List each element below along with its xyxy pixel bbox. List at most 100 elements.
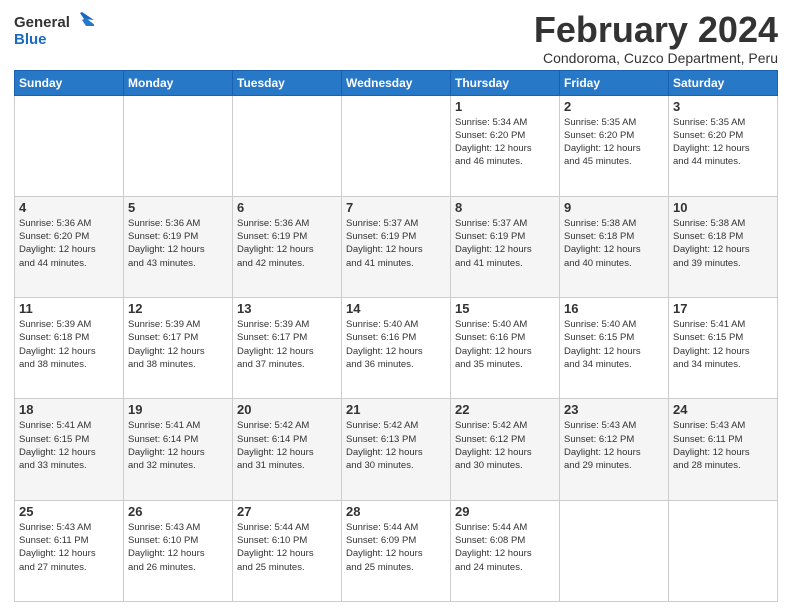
day-cell: 28 Sunrise: 5:44 AMSunset: 6:09 PMDayligh… (342, 500, 451, 601)
day-info: Sunrise: 5:39 AMSunset: 6:18 PMDaylight:… (19, 318, 119, 371)
day-info: Sunrise: 5:42 AMSunset: 6:14 PMDaylight:… (237, 419, 337, 472)
day-number: 26 (128, 504, 228, 519)
day-number: 27 (237, 504, 337, 519)
day-number: 2 (564, 99, 664, 114)
day-info: Sunrise: 5:42 AMSunset: 6:13 PMDaylight:… (346, 419, 446, 472)
title-block: February 2024 Condoroma, Cuzco Departmen… (534, 10, 778, 66)
day-number: 16 (564, 301, 664, 316)
day-number: 10 (673, 200, 773, 215)
day-info: Sunrise: 5:39 AMSunset: 6:17 PMDaylight:… (237, 318, 337, 371)
day-info: Sunrise: 5:43 AMSunset: 6:12 PMDaylight:… (564, 419, 664, 472)
day-info: Sunrise: 5:40 AMSunset: 6:16 PMDaylight:… (455, 318, 555, 371)
day-number: 24 (673, 402, 773, 417)
svg-text:Blue: Blue (14, 31, 47, 48)
day-number: 7 (346, 200, 446, 215)
day-number: 13 (237, 301, 337, 316)
day-cell: 1 Sunrise: 5:34 AMSunset: 6:20 PMDaylight… (451, 95, 560, 196)
day-cell: 7 Sunrise: 5:37 AMSunset: 6:19 PMDaylight… (342, 196, 451, 297)
day-cell (124, 95, 233, 196)
header: General Blue February 2024 Condoroma, Cu… (14, 10, 778, 66)
logo: General Blue (14, 10, 94, 50)
day-number: 19 (128, 402, 228, 417)
day-cell: 20 Sunrise: 5:42 AMSunset: 6:14 PMDayligh… (233, 399, 342, 500)
day-info: Sunrise: 5:41 AMSunset: 6:14 PMDaylight:… (128, 419, 228, 472)
week-row-4: 25Sunrise: 5:43 AMSunset: 6:11 PMDayligh… (15, 500, 778, 601)
day-number: 18 (19, 402, 119, 417)
week-row-0: 1 Sunrise: 5:34 AMSunset: 6:20 PMDaylight… (15, 95, 778, 196)
header-monday: Monday (124, 70, 233, 95)
day-info: Sunrise: 5:37 AMSunset: 6:19 PMDaylight:… (346, 217, 446, 270)
day-info: Sunrise: 5:39 AMSunset: 6:17 PMDaylight:… (128, 318, 228, 371)
header-sunday: Sunday (15, 70, 124, 95)
day-number: 21 (346, 402, 446, 417)
calendar-table: Sunday Monday Tuesday Wednesday Thursday… (14, 70, 778, 602)
day-number: 11 (19, 301, 119, 316)
day-info: Sunrise: 5:40 AMSunset: 6:16 PMDaylight:… (346, 318, 446, 371)
day-cell (560, 500, 669, 601)
day-number: 1 (455, 99, 555, 114)
week-row-2: 11 Sunrise: 5:39 AMSunset: 6:18 PMDayligh… (15, 298, 778, 399)
day-number: 5 (128, 200, 228, 215)
header-friday: Friday (560, 70, 669, 95)
day-number: 14 (346, 301, 446, 316)
logo-icon: General Blue (14, 10, 94, 50)
day-cell: 24 Sunrise: 5:43 AMSunset: 6:11 PMDayligh… (669, 399, 778, 500)
day-number: 4 (19, 200, 119, 215)
day-cell: 5Sunrise: 5:36 AMSunset: 6:19 PMDaylight… (124, 196, 233, 297)
svg-text:General: General (14, 14, 70, 31)
day-info: Sunrise: 5:37 AMSunset: 6:19 PMDaylight:… (455, 217, 555, 270)
day-cell: 26Sunrise: 5:43 AMSunset: 6:10 PMDayligh… (124, 500, 233, 601)
header-tuesday: Tuesday (233, 70, 342, 95)
day-number: 12 (128, 301, 228, 316)
day-cell: 8 Sunrise: 5:37 AMSunset: 6:19 PMDaylight… (451, 196, 560, 297)
day-number: 22 (455, 402, 555, 417)
calendar-title: February 2024 (534, 10, 778, 50)
day-cell: 11 Sunrise: 5:39 AMSunset: 6:18 PMDayligh… (15, 298, 124, 399)
day-cell: 3 Sunrise: 5:35 AMSunset: 6:20 PMDaylight… (669, 95, 778, 196)
day-cell: 21 Sunrise: 5:42 AMSunset: 6:13 PMDayligh… (342, 399, 451, 500)
day-number: 17 (673, 301, 773, 316)
day-number: 6 (237, 200, 337, 215)
day-info: Sunrise: 5:41 AMSunset: 6:15 PMDaylight:… (19, 419, 119, 472)
week-row-1: 4Sunrise: 5:36 AMSunset: 6:20 PMDaylight… (15, 196, 778, 297)
day-info: Sunrise: 5:36 AMSunset: 6:19 PMDaylight:… (237, 217, 337, 270)
day-cell: 9 Sunrise: 5:38 AMSunset: 6:18 PMDaylight… (560, 196, 669, 297)
day-cell: 25Sunrise: 5:43 AMSunset: 6:11 PMDayligh… (15, 500, 124, 601)
day-cell (669, 500, 778, 601)
day-cell (342, 95, 451, 196)
day-info: Sunrise: 5:42 AMSunset: 6:12 PMDaylight:… (455, 419, 555, 472)
day-info: Sunrise: 5:40 AMSunset: 6:15 PMDaylight:… (564, 318, 664, 371)
day-cell: 22 Sunrise: 5:42 AMSunset: 6:12 PMDayligh… (451, 399, 560, 500)
day-number: 23 (564, 402, 664, 417)
day-cell: 29 Sunrise: 5:44 AMSunset: 6:08 PMDayligh… (451, 500, 560, 601)
day-info: Sunrise: 5:34 AMSunset: 6:20 PMDaylight:… (455, 116, 555, 169)
day-cell (15, 95, 124, 196)
day-cell: 10 Sunrise: 5:38 AMSunset: 6:18 PMDayligh… (669, 196, 778, 297)
day-number: 3 (673, 99, 773, 114)
day-info: Sunrise: 5:44 AMSunset: 6:10 PMDaylight:… (237, 521, 337, 574)
week-row-3: 18 Sunrise: 5:41 AMSunset: 6:15 PMDayligh… (15, 399, 778, 500)
day-number: 8 (455, 200, 555, 215)
day-cell: 23 Sunrise: 5:43 AMSunset: 6:12 PMDayligh… (560, 399, 669, 500)
header-saturday: Saturday (669, 70, 778, 95)
day-info: Sunrise: 5:43 AMSunset: 6:11 PMDaylight:… (673, 419, 773, 472)
day-number: 29 (455, 504, 555, 519)
day-cell: 2 Sunrise: 5:35 AMSunset: 6:20 PMDaylight… (560, 95, 669, 196)
day-number: 15 (455, 301, 555, 316)
day-info: Sunrise: 5:35 AMSunset: 6:20 PMDaylight:… (564, 116, 664, 169)
day-number: 25 (19, 504, 119, 519)
day-number: 20 (237, 402, 337, 417)
day-cell: 14 Sunrise: 5:40 AMSunset: 6:16 PMDayligh… (342, 298, 451, 399)
day-cell: 12 Sunrise: 5:39 AMSunset: 6:17 PMDayligh… (124, 298, 233, 399)
day-info: Sunrise: 5:44 AMSunset: 6:08 PMDaylight:… (455, 521, 555, 574)
days-header-row: Sunday Monday Tuesday Wednesday Thursday… (15, 70, 778, 95)
day-info: Sunrise: 5:38 AMSunset: 6:18 PMDaylight:… (564, 217, 664, 270)
day-number: 28 (346, 504, 446, 519)
day-number: 9 (564, 200, 664, 215)
day-info: Sunrise: 5:35 AMSunset: 6:20 PMDaylight:… (673, 116, 773, 169)
day-cell: 19 Sunrise: 5:41 AMSunset: 6:14 PMDayligh… (124, 399, 233, 500)
day-cell: 13 Sunrise: 5:39 AMSunset: 6:17 PMDayligh… (233, 298, 342, 399)
day-info: Sunrise: 5:38 AMSunset: 6:18 PMDaylight:… (673, 217, 773, 270)
day-cell: 17Sunrise: 5:41 AMSunset: 6:15 PMDayligh… (669, 298, 778, 399)
day-info: Sunrise: 5:44 AMSunset: 6:09 PMDaylight:… (346, 521, 446, 574)
